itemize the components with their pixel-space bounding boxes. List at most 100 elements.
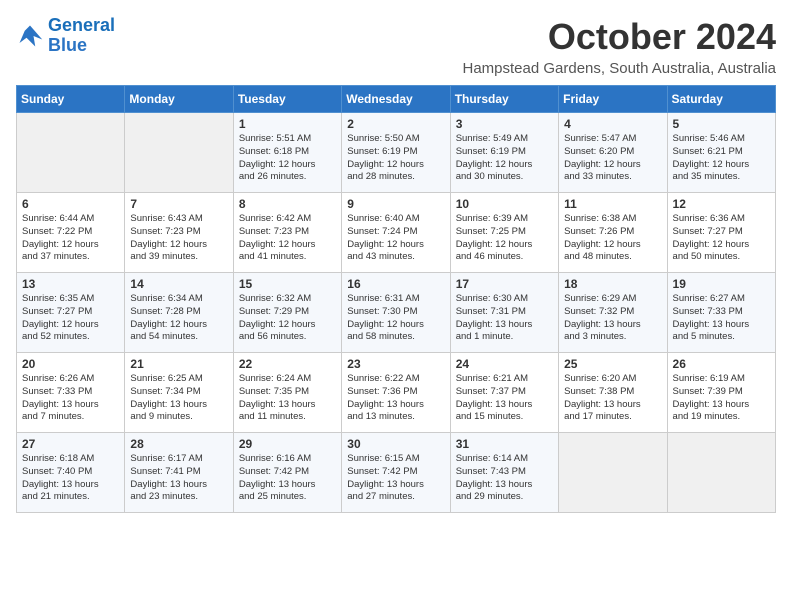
cell-content: Sunrise: 6:14 AM Sunset: 7:43 PM Dayligh… [456,453,553,504]
calendar-cell: 16 Sunrise: 6:31 AM Sunset: 7:30 PM Dayli… [342,273,450,353]
day-number: 16 [347,277,444,291]
cell-content: Sunrise: 6:19 AM Sunset: 7:39 PM Dayligh… [673,373,770,424]
calendar-week-5: 27Sunrise: 6:18 AM Sunset: 7:40 PM Dayli… [17,433,776,513]
logo-line1: General [48,15,115,35]
day-number: 10 [456,197,553,211]
calendar-cell: 5Sunrise: 5:46 AM Sunset: 6:21 PM Daylig… [667,113,775,193]
day-number: 25 [564,357,661,371]
calendar-cell: 17 Sunrise: 6:30 AM Sunset: 7:31 PM Dayli… [450,273,558,353]
calendar-cell [667,433,775,513]
day-number: 26 [673,357,770,371]
calendar-cell: 2Sunrise: 5:50 AM Sunset: 6:19 PM Daylig… [342,113,450,193]
month-title: October 2024 [462,16,776,58]
calendar-cell: 18 Sunrise: 6:29 AM Sunset: 7:32 PM Dayli… [559,273,667,353]
day-number: 9 [347,197,444,211]
calendar-week-1: 1Sunrise: 5:51 AM Sunset: 6:18 PM Daylig… [17,113,776,193]
day-number: 20 [22,357,119,371]
day-number: 12 [673,197,770,211]
cell-content: Sunrise: 6:29 AM Sunset: 7:32 PM Dayligh… [564,293,661,344]
calendar-table: SundayMondayTuesdayWednesdayThursdayFrid… [16,85,776,513]
cell-content: Sunrise: 6:42 AM Sunset: 7:23 PM Dayligh… [239,213,336,264]
day-number: 3 [456,117,553,131]
cell-content: Sunrise: 6:25 AM Sunset: 7:34 PM Dayligh… [130,373,227,424]
calendar-cell: 13 Sunrise: 6:35 AM Sunset: 7:27 PM Dayli… [17,273,125,353]
calendar-cell [125,113,233,193]
cell-content: Sunrise: 5:50 AM Sunset: 6:19 PM Dayligh… [347,133,444,184]
day-number: 31 [456,437,553,451]
calendar-cell: 12 Sunrise: 6:36 AM Sunset: 7:27 PM Dayli… [667,193,775,273]
day-number: 24 [456,357,553,371]
cell-content: Sunrise: 6:36 AM Sunset: 7:27 PM Dayligh… [673,213,770,264]
calendar-cell: 7Sunrise: 6:43 AM Sunset: 7:23 PM Daylig… [125,193,233,273]
dow-tuesday: Tuesday [233,86,341,113]
calendar-cell: 24 Sunrise: 6:21 AM Sunset: 7:37 PM Dayli… [450,353,558,433]
cell-content: Sunrise: 6:22 AM Sunset: 7:36 PM Dayligh… [347,373,444,424]
dow-wednesday: Wednesday [342,86,450,113]
day-number: 4 [564,117,661,131]
calendar-body: 1Sunrise: 5:51 AM Sunset: 6:18 PM Daylig… [17,113,776,513]
day-number: 21 [130,357,227,371]
cell-content: Sunrise: 6:20 AM Sunset: 7:38 PM Dayligh… [564,373,661,424]
calendar-cell: 27Sunrise: 6:18 AM Sunset: 7:40 PM Dayli… [17,433,125,513]
dow-friday: Friday [559,86,667,113]
calendar-cell [559,433,667,513]
cell-content: Sunrise: 6:26 AM Sunset: 7:33 PM Dayligh… [22,373,119,424]
calendar-week-3: 13 Sunrise: 6:35 AM Sunset: 7:27 PM Dayli… [17,273,776,353]
logo-text: General Blue [48,16,115,56]
calendar-cell: 9Sunrise: 6:40 AM Sunset: 7:24 PM Daylig… [342,193,450,273]
calendar-cell: 20 Sunrise: 6:26 AM Sunset: 7:33 PM Dayli… [17,353,125,433]
day-number: 22 [239,357,336,371]
calendar-week-4: 20 Sunrise: 6:26 AM Sunset: 7:33 PM Dayli… [17,353,776,433]
day-number: 23 [347,357,444,371]
title-block: October 2024 Hampstead Gardens, South Au… [462,16,776,77]
day-number: 6 [22,197,119,211]
day-number: 18 [564,277,661,291]
calendar-cell [17,113,125,193]
day-number: 8 [239,197,336,211]
page-header: General Blue October 2024 Hampstead Gard… [16,16,776,77]
cell-content: Sunrise: 6:21 AM Sunset: 7:37 PM Dayligh… [456,373,553,424]
day-number: 13 [22,277,119,291]
days-of-week-header: SundayMondayTuesdayWednesdayThursdayFrid… [17,86,776,113]
day-number: 28 [130,437,227,451]
calendar-cell: 30 Sunrise: 6:15 AM Sunset: 7:42 PM Dayli… [342,433,450,513]
calendar-cell: 21 Sunrise: 6:25 AM Sunset: 7:34 PM Dayli… [125,353,233,433]
cell-content: Sunrise: 5:51 AM Sunset: 6:18 PM Dayligh… [239,133,336,184]
cell-content: Sunrise: 6:43 AM Sunset: 7:23 PM Dayligh… [130,213,227,264]
cell-content: Sunrise: 6:27 AM Sunset: 7:33 PM Dayligh… [673,293,770,344]
cell-content: Sunrise: 6:34 AM Sunset: 7:28 PM Dayligh… [130,293,227,344]
day-number: 29 [239,437,336,451]
calendar-cell: 3 Sunrise: 5:49 AM Sunset: 6:19 PM Daylig… [450,113,558,193]
dow-monday: Monday [125,86,233,113]
cell-content: Sunrise: 5:49 AM Sunset: 6:19 PM Dayligh… [456,133,553,184]
logo-bird-icon [16,22,44,50]
location-title: Hampstead Gardens, South Australia, Aust… [462,60,776,77]
cell-content: Sunrise: 6:32 AM Sunset: 7:29 PM Dayligh… [239,293,336,344]
cell-content: Sunrise: 6:30 AM Sunset: 7:31 PM Dayligh… [456,293,553,344]
cell-content: Sunrise: 6:31 AM Sunset: 7:30 PM Dayligh… [347,293,444,344]
cell-content: Sunrise: 6:18 AM Sunset: 7:40 PM Dayligh… [22,453,119,504]
calendar-cell: 10Sunrise: 6:39 AM Sunset: 7:25 PM Dayli… [450,193,558,273]
calendar-cell: 19Sunrise: 6:27 AM Sunset: 7:33 PM Dayli… [667,273,775,353]
calendar-cell: 26 Sunrise: 6:19 AM Sunset: 7:39 PM Dayli… [667,353,775,433]
dow-saturday: Saturday [667,86,775,113]
day-number: 30 [347,437,444,451]
calendar-cell: 22 Sunrise: 6:24 AM Sunset: 7:35 PM Dayli… [233,353,341,433]
day-number: 14 [130,277,227,291]
calendar-cell: 15Sunrise: 6:32 AM Sunset: 7:29 PM Dayli… [233,273,341,353]
cell-content: Sunrise: 6:44 AM Sunset: 7:22 PM Dayligh… [22,213,119,264]
calendar-cell: 29 Sunrise: 6:16 AM Sunset: 7:42 PM Dayli… [233,433,341,513]
day-number: 11 [564,197,661,211]
cell-content: Sunrise: 5:47 AM Sunset: 6:20 PM Dayligh… [564,133,661,184]
logo: General Blue [16,16,115,56]
day-number: 5 [673,117,770,131]
dow-sunday: Sunday [17,86,125,113]
cell-content: Sunrise: 6:17 AM Sunset: 7:41 PM Dayligh… [130,453,227,504]
cell-content: Sunrise: 6:35 AM Sunset: 7:27 PM Dayligh… [22,293,119,344]
cell-content: Sunrise: 6:15 AM Sunset: 7:42 PM Dayligh… [347,453,444,504]
calendar-cell: 25 Sunrise: 6:20 AM Sunset: 7:38 PM Dayli… [559,353,667,433]
day-number: 17 [456,277,553,291]
cell-content: Sunrise: 6:24 AM Sunset: 7:35 PM Dayligh… [239,373,336,424]
calendar-cell: 23 Sunrise: 6:22 AM Sunset: 7:36 PM Dayli… [342,353,450,433]
cell-content: Sunrise: 6:16 AM Sunset: 7:42 PM Dayligh… [239,453,336,504]
